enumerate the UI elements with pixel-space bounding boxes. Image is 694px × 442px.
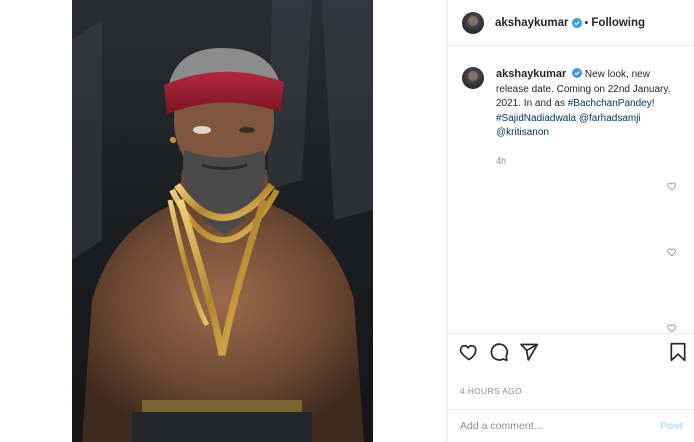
media-stage: [0, 0, 447, 442]
caption-text-2: !: [651, 98, 655, 109]
comment-icon[interactable]: [489, 342, 509, 362]
comment-like-heart-icon[interactable]: [667, 181, 677, 191]
share-icon[interactable]: [519, 342, 539, 362]
post-side-panel: akshaykumar • Following akshaykumar New …: [447, 0, 694, 442]
mention-link[interactable]: @farhadsamji: [579, 113, 641, 124]
post-header: akshaykumar • Following: [448, 0, 694, 46]
header-username[interactable]: akshaykumar: [495, 17, 569, 29]
comment-input[interactable]: [460, 420, 661, 432]
following-button[interactable]: Following: [591, 17, 645, 29]
post-timestamp[interactable]: 4 HOURS AGO: [460, 386, 522, 396]
hashtag-link[interactable]: #SajidNadiadwala: [496, 113, 576, 124]
comment-like-heart-icon[interactable]: [667, 247, 677, 257]
avatar[interactable]: [462, 11, 484, 34]
caption: akshaykumar New look, new release date. …: [448, 47, 694, 168]
comments-section: akshaykumar New look, new release date. …: [448, 47, 694, 333]
action-icons: [459, 342, 688, 364]
verified-badge-icon: [571, 17, 582, 28]
bookmark-icon[interactable]: [668, 342, 688, 362]
hashtag-link[interactable]: #BachchanPandey: [568, 98, 652, 109]
verified-badge-icon: [572, 68, 583, 78]
post-image[interactable]: [72, 0, 373, 442]
caption-avatar[interactable]: [462, 67, 484, 89]
comment-like-heart-icon[interactable]: [667, 323, 677, 333]
post-comment-button[interactable]: Post: [660, 420, 683, 432]
caption-username[interactable]: akshaykumar: [496, 68, 566, 80]
post-photo-illustration: [72, 0, 373, 442]
caption-body: akshaykumar New look, new release date. …: [496, 67, 676, 168]
caption-time[interactable]: 4h: [496, 154, 676, 169]
mention-link[interactable]: @kritisanon: [496, 127, 549, 138]
add-comment-form: Post: [448, 409, 694, 442]
heart-icon[interactable]: [459, 342, 479, 362]
header-separator: •: [584, 16, 589, 29]
